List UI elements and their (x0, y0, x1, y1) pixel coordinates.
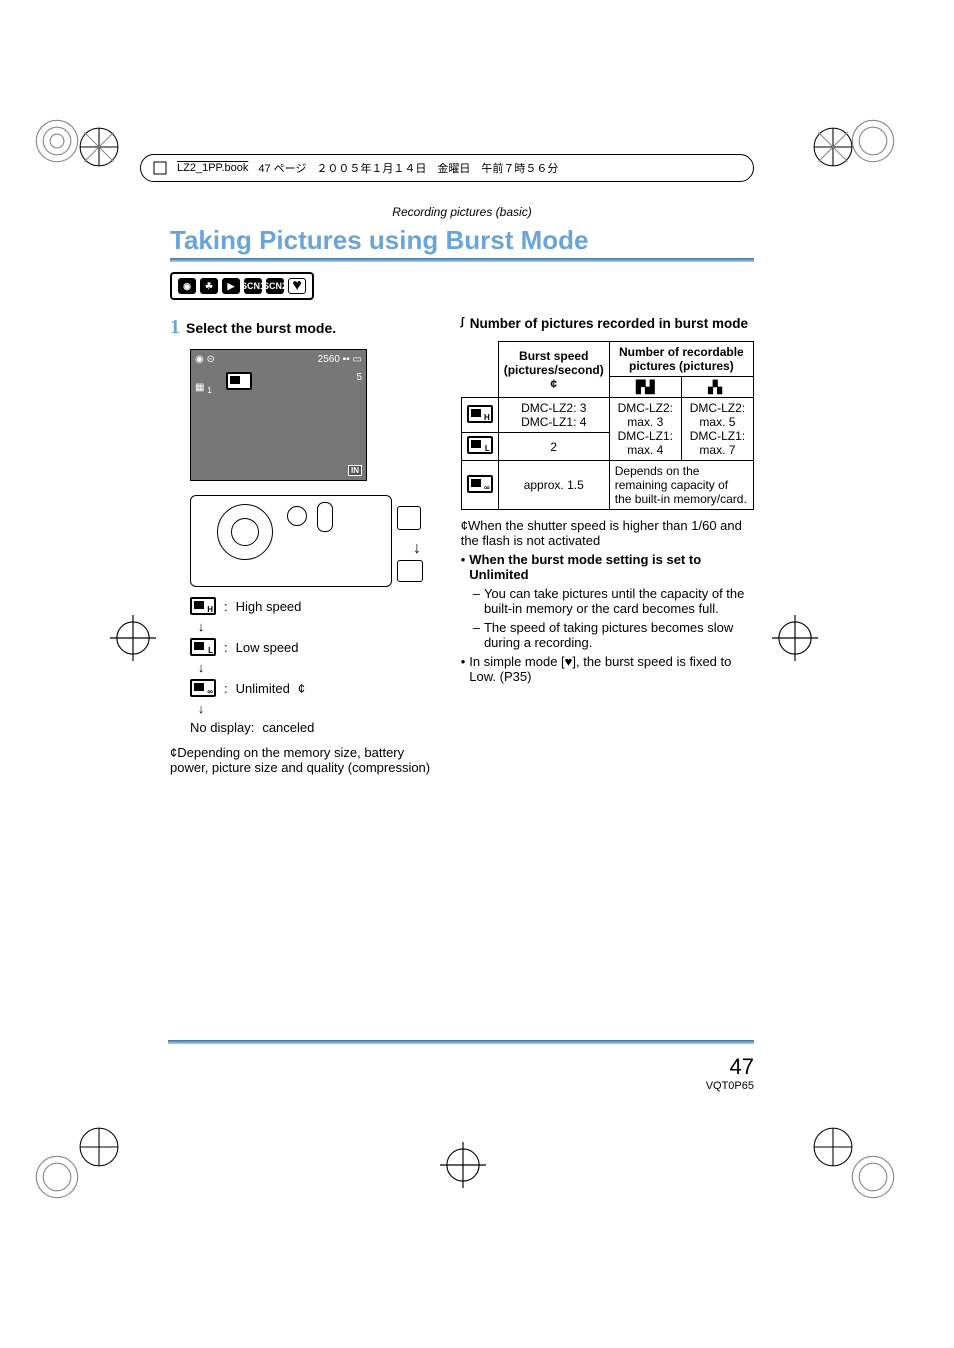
lcd-battery-icon: ▭ (353, 354, 362, 365)
footnote-text: Depending on the memory size, battery po… (170, 745, 430, 775)
arrow-icon: ↓ (190, 660, 212, 675)
crop-header: LZ2_1PP.book 47 ページ ２００５年１月１４日 金曜日 午前７時５… (140, 154, 754, 182)
dash-slow-text: The speed of taking pictures becomes slo… (484, 620, 754, 650)
rosette-top-left (34, 118, 80, 164)
cell-speed-high: DMC-LZ2: 3 DMC-LZ1: 4 (498, 398, 609, 433)
doc-id: VQT0P65 (706, 1080, 754, 1092)
cell-merged: Depends on the remaining capacity of the… (609, 461, 753, 510)
lcd-card-label: IN (348, 465, 362, 476)
regmark-top-left (78, 126, 120, 168)
step-text: Select the burst mode. (186, 320, 336, 336)
quality-std-icon: ▞▖ (708, 380, 726, 394)
camera-icon: ◉ (178, 278, 196, 294)
table-note-text: When the shutter speed is higher than 1/… (461, 518, 742, 548)
scn1-icon: SCN1 (244, 278, 262, 294)
arrow-icon: ↓ (190, 701, 212, 716)
arrow-down-icon: ↓ (413, 540, 421, 558)
regmark-bottom-right (812, 1126, 854, 1168)
burst-unlimited-label: Unlimited (236, 681, 290, 696)
book-icon (153, 161, 167, 175)
cell-fine: DMC-LZ2: max. 3 DMC-LZ1: max. 4 (609, 398, 681, 461)
burst-high-icon (190, 597, 216, 615)
cell-speed-unl: approx. 1.5 (498, 461, 609, 510)
burst-high-icon (467, 405, 493, 423)
table-note-mark: ¢ (461, 518, 468, 533)
left-footnote: ¢Depending on the memory size, battery p… (170, 745, 441, 775)
th-count: Number of recordable pictures (pictures) (609, 342, 753, 377)
page-title: Taking Pictures using Burst Mode (170, 225, 754, 256)
macro-icon: ☘ (200, 278, 218, 294)
burst-low-icon (467, 436, 493, 454)
bullet-simple-mode: • In simple mode [♥], the burst speed is… (461, 654, 754, 684)
scn2-icon: SCN2 (266, 278, 284, 294)
regmark-top-right (812, 126, 854, 168)
camera-line-drawing: ↓ (190, 495, 392, 587)
th-speed: Burst speed (pictures/second) (504, 349, 604, 377)
step-1: 1 Select the burst mode. (170, 316, 441, 339)
subhead-text: Number of pictures recorded in burst mod… (470, 316, 748, 331)
burst-nodisplay: No display: (190, 720, 254, 735)
lcd-count: 5 (356, 372, 362, 395)
bullet-simple-a: In simple mode [ (469, 654, 564, 669)
burst-low-label: Low speed (236, 640, 299, 655)
rosette-top-right (850, 118, 896, 164)
lcd-burst-icon (226, 372, 252, 390)
crop-page: 47 ページ (258, 160, 306, 176)
lcd-top-icons: ◉ ⊝ (195, 354, 215, 365)
regmark-bottom-left (78, 1126, 120, 1168)
lcd-screenshot: ◉ ⊝ 2560 ▪▪ ▭ ▦ 1 5 (190, 349, 367, 481)
arrow-icon: ↓ (190, 619, 212, 634)
cell-std: DMC-LZ2: max. 5 DMC-LZ1: max. 7 (681, 398, 753, 461)
table-note: ¢When the shutter speed is higher than 1… (461, 518, 754, 548)
burst-spec-table: Burst speed (pictures/second)¢ Number of… (461, 341, 754, 510)
burst-high-label: High speed (236, 599, 302, 614)
heart-icon: ♥ (288, 278, 306, 294)
dash-capacity: –You can take pictures until the capacit… (473, 586, 754, 616)
motion-icon: ▶ (222, 278, 240, 294)
dash-slow: –The speed of taking pictures becomes sl… (473, 620, 754, 650)
page-number: 47 (706, 1054, 754, 1080)
page-content: Recording pictures (basic) Taking Pictur… (170, 205, 754, 1118)
burst-low-icon (190, 638, 216, 656)
lcd-resolution: 2560 (318, 354, 340, 365)
rosette-bottom-left (34, 1154, 80, 1200)
crosshair-left (110, 615, 156, 661)
rosette-bottom-right (850, 1154, 896, 1200)
page-footer: 47 VQT0P65 (706, 1054, 754, 1092)
burst-unlimited-icon (190, 679, 216, 697)
section-path: Recording pictures (basic) (170, 205, 754, 219)
footer-rule (168, 1040, 754, 1044)
crosshair-right (772, 615, 818, 661)
dash-capacity-text: You can take pictures until the capacity… (484, 586, 754, 616)
crop-date: ２００５年１月１４日 金曜日 午前７時５６分 (316, 160, 558, 176)
subhead: ∫ Number of pictures recorded in burst m… (461, 316, 754, 331)
crop-file: LZ2_1PP.book (177, 162, 248, 174)
lcd-hsp-badge: 1 (207, 385, 212, 395)
burst-unlimited-mark: ¢ (298, 681, 305, 696)
bullet-unlimited: •When the burst mode setting is set to U… (461, 552, 754, 582)
cell-speed-low: 2 (498, 433, 609, 461)
lcd-is-icon: ▦ (195, 382, 204, 393)
subhead-marker: ∫ (461, 316, 464, 328)
burst-mode-cycle: : High speed ↓ : Low speed ↓ : Unlimited… (190, 597, 441, 735)
crosshair-bottom (440, 1142, 486, 1188)
th-speed-mark: ¢ (550, 377, 557, 391)
mode-icon-strip: ◉ ☘ ▶ SCN1 SCN2 ♥ (170, 272, 314, 300)
title-rule (170, 258, 754, 262)
bullet-unlimited-text: When the burst mode setting is set to Un… (469, 552, 754, 582)
burst-unlimited-icon (467, 475, 493, 493)
lcd-quality-icon: ▪▪ (343, 354, 353, 365)
burst-canceled: canceled (262, 720, 314, 735)
step-number: 1 (170, 316, 180, 339)
quality-fine-icon: ▛▟ (636, 380, 654, 394)
